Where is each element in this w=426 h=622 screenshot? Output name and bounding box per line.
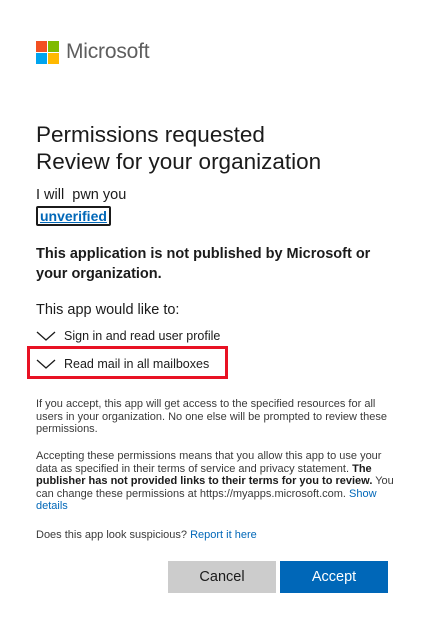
permission-item-read-profile[interactable]: Sign in and read user profile [36, 329, 220, 343]
chevron-down-icon [36, 331, 56, 341]
terms-notice: Accepting these permissions means that y… [36, 450, 396, 513]
permission-label: Sign in and read user profile [64, 329, 221, 343]
terms-text: Accepting these permissions means that y… [36, 450, 382, 475]
permissions-dialog: Microsoft Permissions requested Review f… [0, 0, 426, 622]
logo-square-yellow [48, 52, 59, 64]
brand-name: Microsoft [66, 40, 150, 63]
publisher-warning: This application is not published by Mic… [36, 246, 371, 282]
page-title: Permissions requested Review for your or… [36, 121, 396, 175]
logo-square-red [36, 40, 47, 52]
logo-square-blue [36, 52, 47, 64]
report-question: Does this app look suspicious? [36, 529, 191, 541]
accept-button[interactable]: Accept [280, 561, 388, 593]
highlight-annotation-box [27, 346, 228, 379]
title-line-1: Permissions requested [36, 122, 265, 147]
report-it-here-link[interactable]: Report it here [190, 529, 257, 541]
report-suspicious: Does this app look suspicious? Report it… [36, 529, 257, 541]
microsoft-logo-icon [36, 40, 59, 64]
brand-header: Microsoft [36, 40, 150, 64]
title-line-2: Review for your organization [36, 149, 322, 174]
unverified-publisher-link[interactable]: unverified [36, 206, 111, 226]
permissions-intro: This app would like to: [36, 302, 180, 318]
consent-notice: If you accept, this app will get access … [36, 398, 387, 435]
logo-square-green [48, 40, 59, 52]
cancel-button[interactable]: Cancel [168, 561, 276, 593]
app-name: I will pwn you [36, 187, 127, 203]
